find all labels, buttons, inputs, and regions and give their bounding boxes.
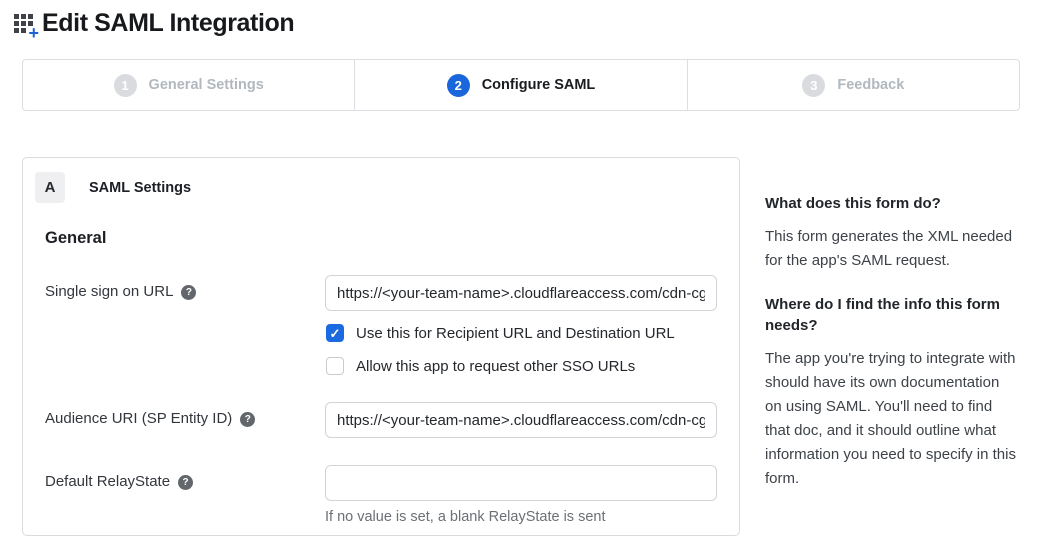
field-label: Single sign on URL	[45, 283, 173, 300]
step-number-badge: 1	[114, 74, 137, 97]
step-label: Feedback	[837, 77, 904, 93]
audience-uri-input[interactable]	[325, 402, 717, 438]
add-app-grid-icon: +	[14, 12, 38, 36]
step-label: Configure SAML	[482, 77, 596, 93]
content-area: A SAML Settings General Single sign on U…	[22, 157, 1063, 536]
page-header: + Edit SAML Integration	[0, 0, 1063, 38]
field-default-relaystate: Default RelayState ? If no value is set,…	[45, 465, 717, 525]
help-sidebar: What does this form do? This form genera…	[765, 157, 1017, 491]
field-single-sign-on-url: Single sign on URL ? ✓ Use this for Reci…	[45, 275, 717, 375]
relaystate-hint: If no value is set, a blank RelayState i…	[325, 509, 717, 525]
saml-settings-panel: A SAML Settings General Single sign on U…	[22, 157, 740, 536]
plus-icon: +	[28, 24, 39, 42]
field-label: Default RelayState	[45, 473, 170, 490]
field-label: Audience URI (SP Entity ID)	[45, 410, 232, 427]
panel-title: SAML Settings	[89, 180, 191, 196]
section-a-badge: A	[35, 172, 65, 203]
field-audience-uri: Audience URI (SP Entity ID) ?	[45, 402, 717, 438]
wizard-stepper: 1 General Settings 2 Configure SAML 3 Fe…	[22, 59, 1020, 111]
step-feedback[interactable]: 3 Feedback	[687, 60, 1019, 110]
panel-header: A SAML Settings	[35, 172, 717, 203]
recipient-url-checkbox[interactable]: ✓	[326, 324, 344, 342]
checkbox-row-recipient-url: ✓ Use this for Recipient URL and Destina…	[326, 324, 717, 342]
help-body: This form generates the XML needed for t…	[765, 225, 1017, 273]
help-section-what: What does this form do? This form genera…	[765, 194, 1017, 273]
step-general-settings[interactable]: 1 General Settings	[23, 60, 354, 110]
checkbox-label: Use this for Recipient URL and Destinati…	[356, 325, 675, 342]
help-heading: What does this form do?	[765, 194, 1017, 214]
step-number-badge: 3	[802, 74, 825, 97]
default-relaystate-input[interactable]	[325, 465, 717, 501]
checkbox-label: Allow this app to request other SSO URLs	[356, 358, 635, 375]
general-section-heading: General	[45, 229, 717, 248]
help-heading: Where do I find the info this form needs…	[765, 295, 1017, 336]
other-sso-urls-checkbox[interactable]	[326, 357, 344, 375]
help-section-where: Where do I find the info this form needs…	[765, 295, 1017, 491]
help-body: The app you're trying to integrate with …	[765, 347, 1017, 491]
checkmark-icon: ✓	[330, 327, 341, 340]
checkbox-row-other-sso-urls: Allow this app to request other SSO URLs	[326, 357, 717, 375]
step-configure-saml[interactable]: 2 Configure SAML	[354, 60, 686, 110]
page-title: Edit SAML Integration	[42, 9, 294, 38]
help-icon[interactable]: ?	[178, 475, 193, 490]
help-icon[interactable]: ?	[240, 412, 255, 427]
single-sign-on-url-input[interactable]	[325, 275, 717, 311]
step-label: General Settings	[149, 77, 264, 93]
help-icon[interactable]: ?	[181, 285, 196, 300]
step-number-badge: 2	[447, 74, 470, 97]
